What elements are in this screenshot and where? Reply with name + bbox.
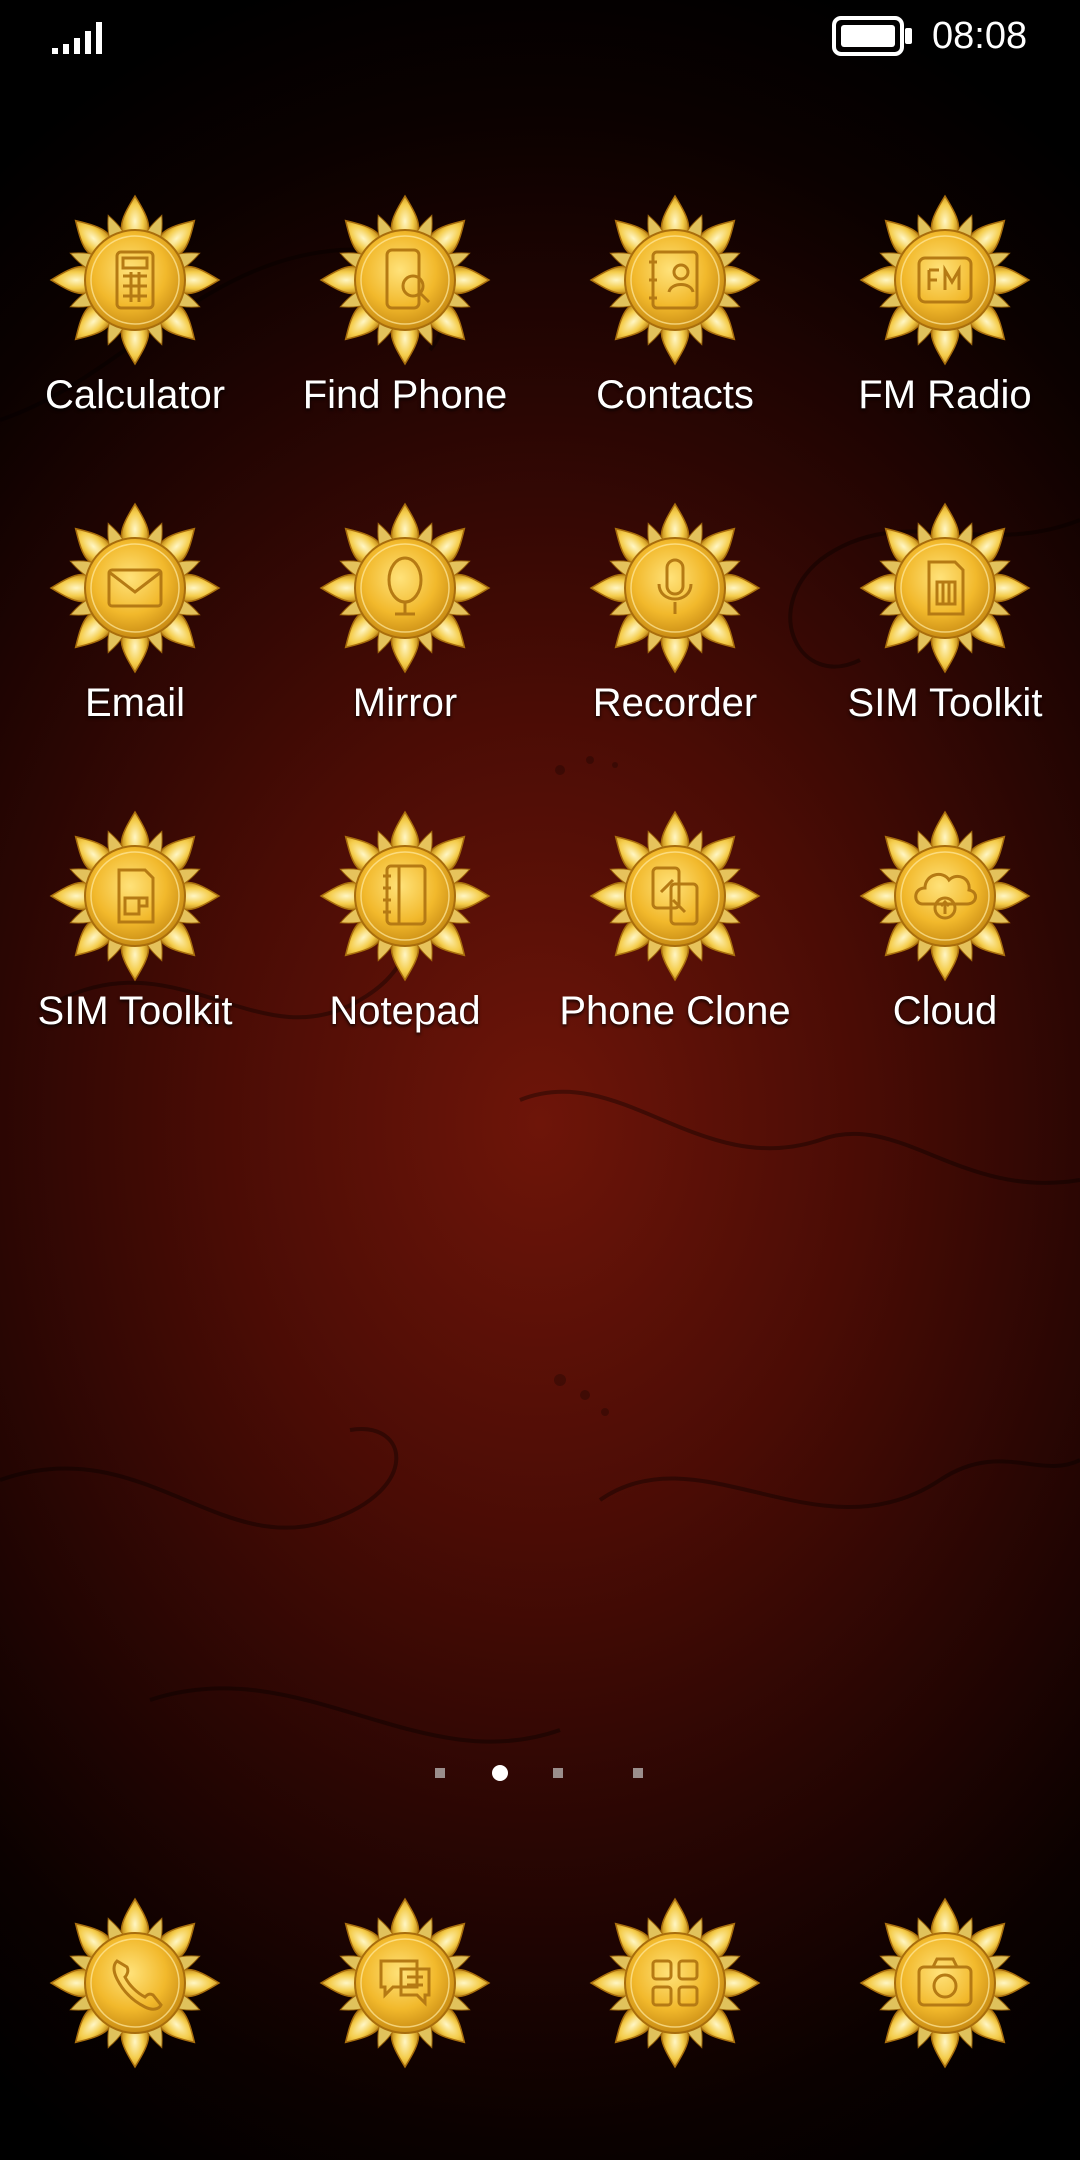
fm-radio-icon <box>860 195 1030 365</box>
app-label: SIM Toolkit <box>37 989 233 1033</box>
recorder-icon <box>590 503 760 673</box>
app-label: Mirror <box>352 681 458 725</box>
dock-camera[interactable] <box>810 1895 1080 2075</box>
mirror-icon <box>320 503 490 673</box>
messages-icon <box>320 1898 490 2068</box>
app-label: SIM Toolkit <box>847 681 1043 725</box>
app-label: Recorder <box>592 681 758 725</box>
signal-bars-icon <box>52 22 102 54</box>
find-phone-icon <box>320 195 490 365</box>
app-find-phone[interactable]: Find Phone <box>270 192 540 452</box>
app-fm-radio[interactable]: FM Radio <box>810 192 1080 452</box>
phone-clone-icon <box>590 811 760 981</box>
camera-icon <box>860 1898 1030 2068</box>
battery-full-icon <box>832 16 912 56</box>
sim-toolkit-icon <box>860 503 1030 673</box>
cloud-icon <box>860 811 1030 981</box>
calculator-icon <box>50 195 220 365</box>
dock <box>0 1895 1080 2075</box>
page-dot-1[interactable] <box>435 1768 445 1778</box>
app-recorder[interactable]: Recorder <box>540 500 810 760</box>
email-icon <box>50 503 220 673</box>
phone-icon <box>50 1898 220 2068</box>
app-label: Contacts <box>596 373 754 417</box>
dock-app-drawer[interactable] <box>540 1895 810 2075</box>
app-label: Email <box>84 681 186 725</box>
app-notepad[interactable]: Notepad <box>270 808 540 1068</box>
page-dot-3[interactable] <box>553 1768 563 1778</box>
app-label: Phone Clone <box>559 989 791 1033</box>
sim-toolkit-icon <box>50 811 220 981</box>
app-label: Find Phone <box>302 373 508 417</box>
app-label: Cloud <box>892 989 998 1033</box>
app-drawer-icon <box>590 1898 760 2068</box>
status-clock: 08:08 <box>932 15 1028 57</box>
app-email[interactable]: Email <box>0 500 270 760</box>
app-label: Calculator <box>44 373 226 417</box>
dock-phone[interactable] <box>0 1895 270 2075</box>
status-bar: 08:08 <box>0 0 1080 72</box>
app-mirror[interactable]: Mirror <box>270 500 540 760</box>
page-indicator[interactable] <box>0 1762 1080 1786</box>
app-calculator[interactable]: Calculator <box>0 192 270 452</box>
notepad-icon <box>320 811 490 981</box>
app-contacts[interactable]: Contacts <box>540 192 810 452</box>
page-dot-4[interactable] <box>633 1768 643 1778</box>
app-label: FM Radio <box>858 373 1032 417</box>
contacts-icon <box>590 195 760 365</box>
app-sim-toolkit[interactable]: SIM Toolkit <box>810 500 1080 760</box>
app-label: Notepad <box>329 989 481 1033</box>
app-sim-toolkit-2[interactable]: SIM Toolkit <box>0 808 270 1068</box>
app-phone-clone[interactable]: Phone Clone <box>540 808 810 1068</box>
app-cloud[interactable]: Cloud <box>810 808 1080 1068</box>
dock-messages[interactable] <box>270 1895 540 2075</box>
page-dot-2-active[interactable] <box>492 1765 508 1781</box>
